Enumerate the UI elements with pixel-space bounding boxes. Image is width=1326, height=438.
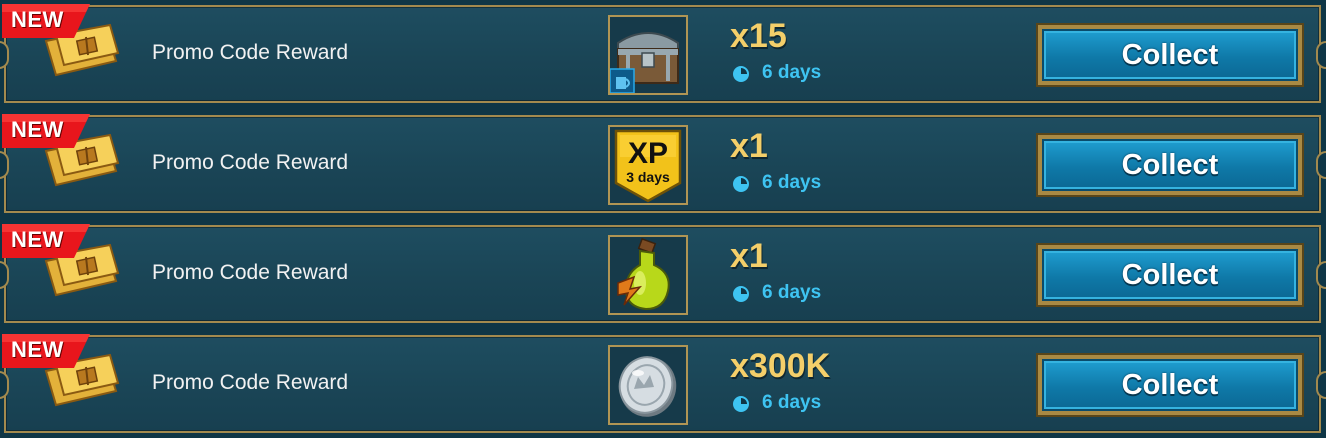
collect-button-label: Collect	[1121, 148, 1219, 181]
item-slot[interactable]	[608, 235, 688, 315]
reward-list: NEW Promo Code Reward x15 6 days Collect…	[0, 0, 1326, 438]
expiry-days: 6 days	[762, 282, 822, 303]
new-badge: NEW	[2, 224, 90, 258]
xp-boost-icon: XP 3 days	[610, 127, 686, 203]
reward-title: Promo Code Reward	[152, 151, 349, 174]
expiry-days: 6 days	[762, 172, 822, 193]
collect-button-label: Collect	[1121, 38, 1219, 71]
clock-icon	[733, 176, 749, 192]
reward-row: NEW Promo Code Reward x15 6 days Collect	[0, 4, 1326, 103]
collect-button[interactable]: Collect	[1036, 23, 1304, 87]
reward-row: NEW Promo Code Reward x1 6 days Collect	[0, 224, 1326, 323]
silver-coin-icon	[610, 347, 686, 423]
reward-quantity: x15	[730, 17, 787, 55]
item-slot[interactable]	[608, 345, 688, 425]
energy-potion-icon	[610, 237, 686, 313]
reward-quantity: x1	[730, 127, 768, 165]
clock-icon	[733, 286, 749, 302]
new-badge-label: NEW	[11, 337, 64, 362]
item-slot[interactable]: XP 3 days	[608, 125, 688, 205]
collect-button-label: Collect	[1121, 258, 1219, 291]
chest-icon	[610, 17, 686, 93]
reward-title: Promo Code Reward	[152, 41, 349, 64]
new-badge: NEW	[2, 4, 90, 38]
collect-button[interactable]: Collect	[1036, 133, 1304, 197]
reward-quantity: x1	[730, 237, 768, 275]
reward-row: NEW Promo Code Reward x300K 6 days Colle…	[0, 334, 1326, 433]
collect-button-label: Collect	[1121, 368, 1219, 401]
reward-title: Promo Code Reward	[152, 261, 349, 284]
xp-duration-label: 3 days	[626, 169, 670, 185]
clock-icon	[733, 66, 749, 82]
reward-quantity: x300K	[730, 347, 831, 385]
new-badge-label: NEW	[11, 227, 64, 252]
new-badge-label: NEW	[11, 117, 64, 142]
collect-button[interactable]: Collect	[1036, 243, 1304, 307]
new-badge-label: NEW	[11, 7, 64, 32]
item-slot[interactable]	[608, 15, 688, 95]
expiry-days: 6 days	[762, 62, 822, 83]
clock-icon	[733, 396, 749, 412]
new-badge: NEW	[2, 334, 90, 368]
xp-label: XP	[628, 137, 668, 170]
collect-button[interactable]: Collect	[1036, 353, 1304, 417]
reward-title: Promo Code Reward	[152, 371, 349, 394]
expiry-days: 6 days	[762, 392, 822, 413]
new-badge: NEW	[2, 114, 90, 148]
reward-row: NEW Promo Code Reward XP 3 days x1 6 day…	[0, 114, 1326, 213]
